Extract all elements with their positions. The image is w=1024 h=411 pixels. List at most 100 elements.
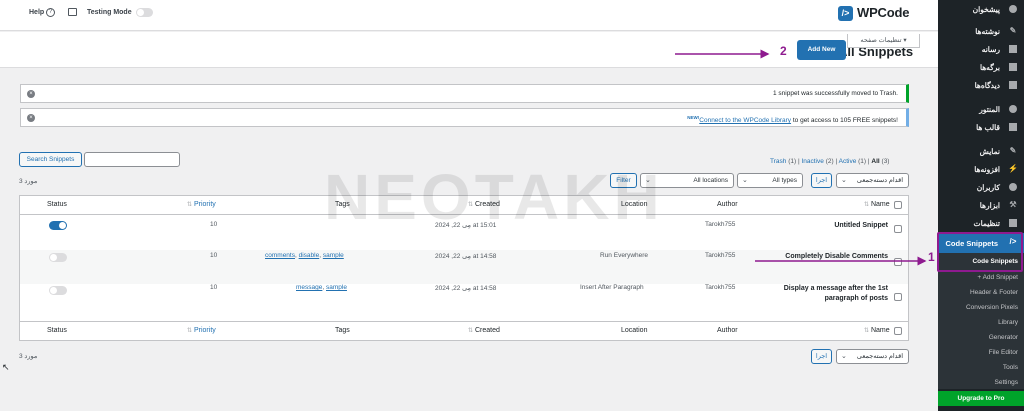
bulk-action-select[interactable]: ⌄ اقدام دسته‌جمعی [836, 349, 909, 364]
tag-link[interactable]: comments [265, 252, 295, 259]
column-priority[interactable]: ⇅ Priority [187, 327, 216, 334]
admin-sidebar: پیشخوان ✎ نوشته‌ها رسانه برگه‌ها دیدگاه‌ه… [938, 0, 1024, 411]
sidebar-item-elementor[interactable]: المنتور [938, 100, 1024, 118]
column-priority[interactable]: ⇅ Priority [187, 201, 216, 208]
snippet-name[interactable]: Completely Disable Comments [730, 252, 888, 262]
sidebar-item-label: کاربران [976, 182, 1000, 192]
views-separator: | [867, 158, 870, 165]
views-separator: | [835, 158, 838, 165]
dismiss-icon[interactable]: × [27, 90, 35, 98]
sidebar-item-posts[interactable]: ✎ نوشته‌ها [938, 22, 1024, 40]
testing-mode-toggle[interactable] [136, 8, 153, 17]
annotation-marker-2: 2 [780, 44, 787, 58]
row-checkbox[interactable] [894, 293, 902, 301]
sidebar-item-users[interactable]: کاربران [938, 178, 1024, 196]
brush-icon: ✎ [1009, 146, 1017, 155]
snippet-name[interactable]: Display a message after the 1st paragrap… [760, 284, 888, 304]
submenu-conversion-pixels[interactable]: Conversion Pixels [938, 301, 1024, 315]
chevron-down-icon: ⌄ [742, 177, 748, 184]
wrench-icon: ⚒ [1009, 200, 1017, 209]
users-icon [1008, 182, 1018, 192]
column-location: Location [621, 327, 648, 334]
sidebar-item-label: المنتور [979, 104, 1000, 114]
help-icon[interactable]: ? [46, 8, 55, 17]
submenu-add-snippet[interactable]: + Add Snippet [938, 271, 1024, 285]
sidebar-item-label: رسانه [981, 44, 1000, 54]
items-count: 3 مورد [19, 178, 38, 185]
view-trash[interactable]: Trash [770, 158, 786, 165]
comment-icon [1008, 80, 1018, 90]
select-all-checkbox[interactable] [894, 201, 902, 209]
sidebar-item-settings[interactable]: تنظیمات [938, 214, 1024, 232]
sidebar-item-appearance[interactable]: ✎ نمایش [938, 142, 1024, 160]
bulk-action-select[interactable]: ⌄ اقدام دسته‌جمعی [836, 173, 909, 188]
snippet-location: Insert After Paragraph [580, 284, 644, 291]
sidebar-item-plugins[interactable]: ⚡ افزونه‌ها [938, 160, 1024, 178]
column-name[interactable]: ⇅ Name [864, 201, 890, 208]
submenu-library[interactable]: Library [938, 316, 1024, 330]
bulk-apply-button[interactable]: اجرا [811, 173, 832, 188]
sidebar-item-comments[interactable]: دیدگاه‌ها [938, 76, 1024, 94]
snippet-location: Run Everywhere [600, 252, 649, 259]
snippet-name[interactable]: Untitled Snippet [760, 221, 888, 231]
snippet-status-toggle[interactable] [49, 253, 67, 262]
snippet-status-toggle[interactable] [49, 221, 67, 230]
sidebar-item-label: افزونه‌ها [974, 164, 1000, 174]
view-active[interactable]: Active [839, 158, 857, 165]
search-snippets-button[interactable]: Search Snippets [19, 152, 82, 167]
submenu-file-editor[interactable]: File Editor [938, 346, 1024, 360]
snippet-priority: 10 [210, 252, 218, 259]
select-all-checkbox[interactable] [894, 327, 902, 335]
pin-icon: ✎ [1009, 26, 1017, 35]
bulk-action-select-value: اقدام دسته‌جمعی [856, 353, 903, 360]
column-name-label: Name [870, 201, 890, 208]
types-select[interactable]: ⌄ All types [737, 173, 803, 188]
plugin-icon: ⚡ [1008, 164, 1018, 173]
table-row: Completely Disable Comments Tarokh755 Ru… [20, 250, 908, 284]
sidebar-item-dashboard[interactable]: پیشخوان [938, 0, 1024, 18]
screen-options-button[interactable]: تنظیمات صفحه ▾ [847, 34, 920, 48]
column-created[interactable]: ⇅ Created [468, 327, 500, 334]
sidebar-item-tools[interactable]: ⚒ ابزارها [938, 196, 1024, 214]
success-notice-text: 1 snippet was successfully moved to Tras… [772, 90, 898, 97]
view-inactive[interactable]: Inactive [801, 158, 823, 165]
bulk-apply-button[interactable]: اجرا [811, 349, 832, 364]
sort-icon: ⇅ [864, 202, 870, 208]
view-all[interactable]: All [871, 158, 879, 165]
status-views: Trash (1) | Inactive (2) | Active (1) | … [770, 158, 889, 165]
row-checkbox[interactable] [894, 258, 902, 266]
help-link[interactable]: Help [29, 9, 44, 16]
submenu-header-footer[interactable]: Header & Footer [938, 286, 1024, 300]
snippet-priority: 10 [210, 284, 218, 291]
add-new-button[interactable]: Add New [797, 40, 846, 60]
column-priority-label: Priority [193, 201, 216, 208]
types-select-value: All types [772, 177, 797, 184]
upgrade-to-pro-link[interactable]: Upgrade to Pro [938, 391, 1024, 406]
column-name[interactable]: ⇅ Name [864, 327, 890, 334]
tag-link[interactable]: disable [299, 252, 320, 259]
submenu-tools[interactable]: Tools [938, 361, 1024, 375]
dismiss-icon[interactable]: × [27, 114, 35, 122]
sidebar-item-pages[interactable]: برگه‌ها [938, 58, 1024, 76]
elementor-icon [1008, 104, 1018, 114]
snippet-tags: message, sample [296, 284, 347, 291]
sort-icon: ⇅ [187, 328, 193, 334]
submenu-generator[interactable]: Generator [938, 331, 1024, 345]
row-checkbox[interactable] [894, 225, 902, 233]
submenu-settings[interactable]: Settings [938, 376, 1024, 390]
tag-link[interactable]: message [296, 284, 322, 291]
sort-icon: ⇅ [864, 328, 870, 334]
monitor-icon[interactable] [68, 8, 77, 16]
library-notice-suffix: to get access to 105 FREE snippets! [791, 117, 898, 125]
sidebar-item-templates[interactable]: قالب ها [938, 118, 1024, 136]
search-input[interactable] [84, 152, 180, 167]
sidebar-item-media[interactable]: رسانه [938, 40, 1024, 58]
snippet-status-toggle[interactable] [49, 286, 67, 295]
column-author: Author [717, 201, 738, 208]
watermark: NEOTAKH [324, 161, 664, 233]
tag-link[interactable]: sample [326, 284, 347, 291]
column-author: Author [717, 327, 738, 334]
tag-link[interactable]: sample [323, 252, 344, 259]
library-connect-link[interactable]: Connect to the WPCode Library [699, 117, 791, 124]
chevron-down-icon: ⌄ [841, 177, 847, 184]
